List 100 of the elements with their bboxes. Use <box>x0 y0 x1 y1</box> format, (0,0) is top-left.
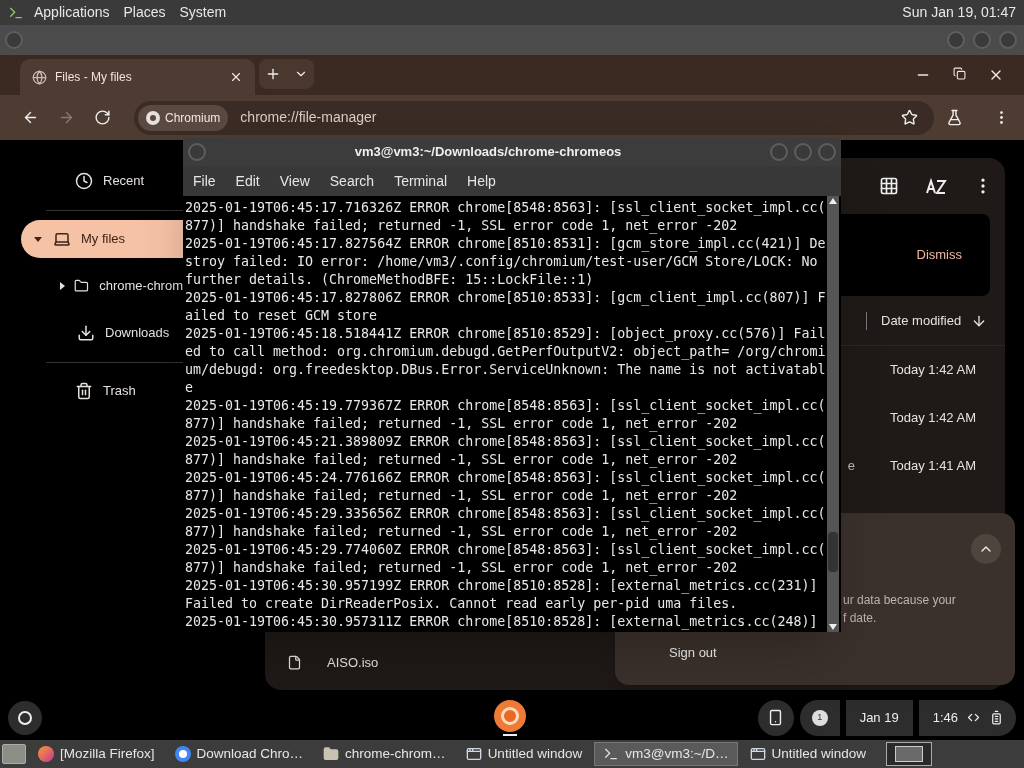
terminal-line: 2025-01-19T06:45:29.335656Z ERROR chrome[8548:8563]: [ssl_client_socket_impl.cc( <box>185 505 827 523</box>
browser-icon <box>174 746 191 762</box>
terminal-line: 877)] handshake failed; returned -1, SSL error code 1, net_error -202 <box>185 559 739 577</box>
terminal-line: 2025-01-19T06:45:24.776166Z ERROR chrome[8548:8563]: [ssl_client_socket_impl.cc( <box>185 469 827 487</box>
date-cell-text: Today 1:42 AM <box>890 409 976 428</box>
scrollbar[interactable] <box>827 196 839 632</box>
sidebar-label: chrome-chrom <box>99 277 183 296</box>
terminal-line: 877)] handshake failed; returned -1, SSL error code 1, net_error -202 <box>185 415 739 433</box>
trash-icon <box>75 382 93 400</box>
card-text: ur data because your <box>843 592 956 609</box>
tab-title: Files - My files <box>55 69 132 86</box>
restore-icon[interactable] <box>953 67 966 80</box>
phone-hub-button[interactable] <box>757 699 794 736</box>
site-chip[interactable]: Chromium <box>138 104 229 131</box>
window-icon <box>465 746 482 762</box>
taskbar-item[interactable]: vm3@vm3:~/D… <box>594 742 738 766</box>
battery-icon <box>989 710 1004 725</box>
terminal-line: um/debugd: org.freedesktop.DBus.Error.ServiceUnknown: The name is not activatabl <box>185 361 827 379</box>
chromium-logo-icon <box>146 110 160 125</box>
column-header[interactable]: Date modified <box>881 310 995 331</box>
taskbar-item[interactable]: Untitled window <box>741 742 875 766</box>
notification-count: 1 <box>811 709 828 726</box>
terminal-line: Failed to create DirReaderPosix. Cannot read early per-pid uma files. <box>185 595 739 613</box>
clock-icon <box>75 172 93 190</box>
card-text: f date. <box>843 610 878 627</box>
sort-az-icon[interactable] <box>925 177 947 195</box>
globe-icon <box>32 69 47 85</box>
dismiss-button[interactable]: Dismiss <box>916 245 962 265</box>
menu-item[interactable]: View <box>279 170 310 192</box>
date-cell-text: Today 1:42 AM <box>890 361 976 380</box>
scroll-thumb[interactable] <box>828 532 838 572</box>
flask-icon[interactable] <box>946 109 963 126</box>
taskbar-label: Untitled window <box>771 744 867 763</box>
file-icon <box>287 654 302 670</box>
date-button[interactable]: Jan 19 <box>845 699 913 736</box>
menu-item[interactable]: File <box>193 170 216 192</box>
terminal-line: further details. (ChromeMethodBFE: 15::LockFile::1) <box>185 271 595 289</box>
workspace-switcher[interactable] <box>886 742 933 766</box>
scroll-up-icon[interactable] <box>829 198 837 204</box>
sidebar-item[interactable]: My files <box>21 220 183 258</box>
taskbar-item[interactable]: chrome-chrom… <box>315 742 454 766</box>
taskbar-label: Untitled window <box>487 744 583 763</box>
folder-icon <box>323 746 340 762</box>
sidebar-item[interactable]: Trash <box>21 372 183 410</box>
panel-menu[interactable]: Applications <box>34 2 110 23</box>
taskbar-item[interactable]: Download Chro… <box>166 742 312 766</box>
notification-button[interactable]: 1 <box>799 699 840 736</box>
status-tray[interactable]: 1:46 <box>918 699 1016 736</box>
window-title: vm3@vm3:~/Downloads/chrome-chromeos <box>353 143 623 162</box>
bookmark-star-icon[interactable] <box>901 109 918 126</box>
launcher-button[interactable] <box>8 700 42 735</box>
terminal-line: ailed to reset GCM store <box>185 307 379 325</box>
date-cell-text: Today 1:41 AM <box>890 457 976 476</box>
sidebar-label: Trash <box>103 382 136 401</box>
panel-menu[interactable]: System <box>179 2 227 23</box>
browser-tab[interactable]: Files - My files <box>20 59 255 95</box>
taskbar-label: chrome-chrom… <box>345 744 446 763</box>
folder-icon <box>74 277 90 295</box>
download-icon <box>77 324 95 342</box>
panel-menu[interactable]: Places <box>123 2 166 23</box>
terminal-icon <box>603 746 620 762</box>
file-name[interactable]: AISO.iso <box>327 652 379 672</box>
sidebar-label: My files <box>81 230 126 249</box>
panel-clock[interactable]: Sun Jan 19, 01:47 <box>902 2 1016 23</box>
taskbar-label: vm3@vm3:~/D… <box>625 744 729 763</box>
file-name[interactable]: e <box>847 456 855 476</box>
laptop-icon <box>53 230 71 248</box>
terminal-line: 2025-01-19T06:45:30.957199Z ERROR chrome[8510:8528]: [external_metrics.cc(231)] <box>185 577 819 595</box>
grid-view-icon[interactable] <box>879 176 899 196</box>
terminal-line: e <box>185 379 194 397</box>
sign-out-button[interactable]: Sign out <box>669 643 717 663</box>
scroll-down-icon[interactable] <box>829 624 837 630</box>
menu-item[interactable]: Search <box>329 170 375 192</box>
menu-item[interactable]: Edit <box>235 170 260 192</box>
taskbar-label: Download Chro… <box>196 744 304 763</box>
terminal-line: 877)] handshake failed; returned -1, SSL error code 1, net_error -202 <box>185 487 739 505</box>
sidebar-label: Downloads <box>105 324 170 343</box>
terminal-line: 2025-01-19T06:45:29.774060Z ERROR chrome[8548:8563]: [ssl_client_socket_impl.cc( <box>185 541 827 559</box>
sidebar-item[interactable]: chrome-chrom <box>21 267 183 305</box>
taskbar-label: [Mozilla Firefox] <box>60 744 155 763</box>
app-icon[interactable] <box>494 699 526 732</box>
browser-icon <box>38 746 54 762</box>
omnibox[interactable]: Chromium chrome://file-manager <box>134 100 934 135</box>
terminal-line: 877)] handshake failed; returned -1, SSL error code 1, net_error -202 <box>185 217 739 235</box>
taskbar-item[interactable]: Untitled window <box>457 742 591 766</box>
menu-item[interactable]: Help <box>467 170 496 192</box>
terminal-line: 2025-01-19T06:45:17.716326Z ERROR chrome[8548:8563]: [ssl_client_socket_impl.cc( <box>185 199 827 217</box>
terminal-line: 2025-01-19T06:45:17.827564Z ERROR chrome[8510:8531]: [gcm_store_impl.cc(421)] De <box>185 235 827 253</box>
sidebar-item[interactable]: Downloads <box>21 314 183 352</box>
terminal-line: 2025-01-19T06:45:21.389809Z ERROR chrome[8548:8563]: [ssl_client_socket_impl.cc( <box>185 433 827 451</box>
terminal-line: 2025-01-19T06:45:30.957311Z ERROR chrome[8510:8528]: [external_metrics.cc(248)] <box>185 613 819 631</box>
taskbar-item[interactable]: [Mozilla Firefox] <box>30 742 163 766</box>
window-icon <box>749 746 766 762</box>
menu-item[interactable]: Terminal <box>394 170 448 192</box>
sidebar-item[interactable]: Recent <box>21 162 183 200</box>
terminal-line: ed to call method: org.chromium.debugd.GetPerfOutputV2: object_path= /org/chromi <box>185 343 827 361</box>
close-icon[interactable] <box>229 70 243 84</box>
url-text: chrome://file-manager <box>240 108 377 127</box>
terminal-line: 2025-01-19T06:45:19.779367Z ERROR chrome[8548:8563]: [ssl_client_socket_impl.cc( <box>185 397 827 415</box>
collapse-button[interactable] <box>971 534 1001 564</box>
